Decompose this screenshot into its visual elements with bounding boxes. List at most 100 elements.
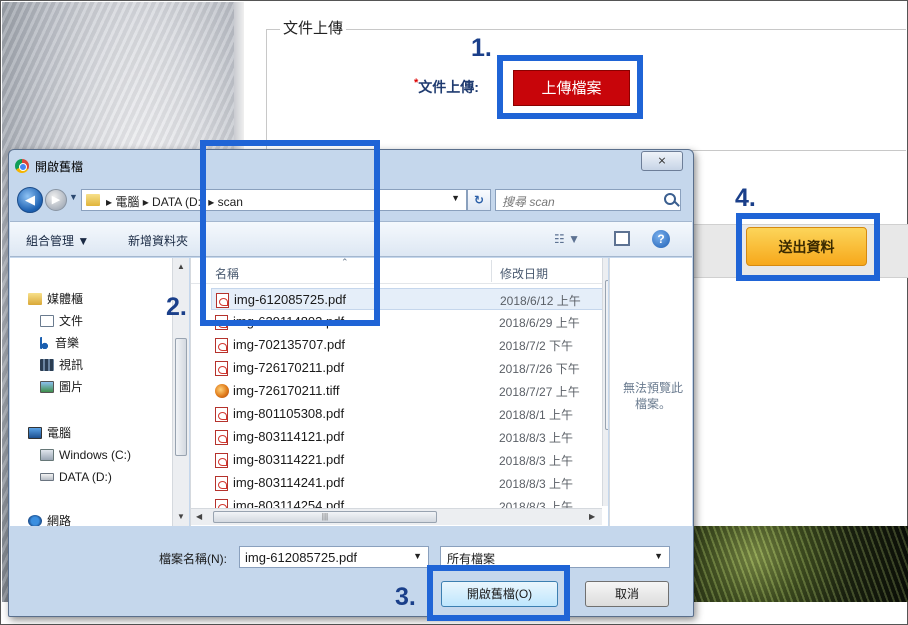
file-name: img-803114241.pdf xyxy=(233,475,345,490)
network-icon xyxy=(28,515,42,526)
chevron-down-icon[interactable]: ▼ xyxy=(413,551,422,561)
refresh-icon[interactable]: ↻ xyxy=(467,189,491,211)
dialog-title: 開啟舊檔 xyxy=(35,160,84,174)
file-modified-date: 2018/8/1 上午 xyxy=(499,408,574,422)
nav-item-label: 網路 xyxy=(47,514,72,526)
highlight-box-step-1 xyxy=(497,55,643,119)
file-modified-date: 2018/8/3 上午 xyxy=(499,477,574,491)
nav-item-label: 視訊 xyxy=(59,358,84,372)
file-modified-date: 2018/7/2 下午 xyxy=(499,339,574,353)
file-name: img-801105308.pdf xyxy=(233,406,345,421)
file-name: img-702135707.pdf xyxy=(233,337,346,352)
video-icon xyxy=(40,359,54,371)
file-row[interactable]: img-702135707.pdf 2018/7/2 下午 xyxy=(211,334,603,356)
drive-d-icon xyxy=(40,473,54,481)
file-name: img-726170211.pdf xyxy=(233,360,345,375)
scroll-up-arrow-icon[interactable]: ▲ xyxy=(177,262,185,271)
file-row[interactable]: img-803114221.pdf 2018/8/3 上午 xyxy=(211,449,603,471)
documents-icon xyxy=(40,315,54,327)
back-arrow-icon[interactable]: ◀ xyxy=(17,187,43,213)
search-input[interactable]: 搜尋 scan xyxy=(495,189,681,211)
chevron-down-icon[interactable]: ▼ xyxy=(654,551,663,561)
preview-pane: 無法預覽此檔案。 xyxy=(609,258,692,526)
organize-menu[interactable]: 組合管理 ▼ xyxy=(26,232,89,249)
pdf-file-icon xyxy=(215,476,228,491)
nav-scrollbar-thumb[interactable] xyxy=(175,338,187,456)
nav-item-label: 文件 xyxy=(59,314,84,328)
nav-item-videos[interactable]: 視訊 xyxy=(40,356,83,373)
filename-field[interactable]: img-612085725.pdf ▼ xyxy=(239,546,429,568)
scroll-left-arrow-icon[interactable]: ◀ xyxy=(196,512,202,521)
highlight-box-step-2 xyxy=(200,140,380,326)
vertical-scrollbar-thumb[interactable] xyxy=(605,280,608,430)
nav-item-label: DATA (D:) xyxy=(59,470,112,484)
column-date-header[interactable]: 修改日期 xyxy=(500,265,548,282)
help-icon[interactable]: ? xyxy=(652,230,670,248)
view-options-icon[interactable]: ☷ ▼ xyxy=(554,232,580,246)
file-row[interactable]: img-803114241.pdf 2018/8/3 上午 xyxy=(211,472,603,494)
pdf-file-icon xyxy=(215,338,228,353)
file-name: img-726170211.tiff xyxy=(233,383,340,398)
upload-label-text: 文件上傳: xyxy=(418,79,479,95)
file-modified-date: 2018/8/3 上午 xyxy=(499,454,574,468)
file-modified-date: 2018/6/29 上午 xyxy=(499,316,580,330)
highlight-box-step-3 xyxy=(427,565,570,621)
step-number-3: 3. xyxy=(395,583,416,611)
nav-item-label: 電腦 xyxy=(47,426,72,440)
upload-fieldset-legend: 文件上傳 xyxy=(280,17,347,38)
nav-item-computer[interactable]: 電腦 xyxy=(28,424,71,441)
drive-c-icon xyxy=(40,449,54,461)
step-number-2: 2. xyxy=(166,293,187,321)
nav-item-documents[interactable]: 文件 xyxy=(40,312,83,329)
step-number-4: 4. xyxy=(735,184,756,212)
file-row[interactable]: img-726170211.pdf 2018/7/26 下午 xyxy=(211,357,603,379)
nav-item-label: 音樂 xyxy=(55,336,80,350)
nav-item-network[interactable]: 網路 xyxy=(28,512,71,526)
computer-icon xyxy=(28,427,42,439)
scroll-down-arrow-icon[interactable]: ▼ xyxy=(177,512,185,521)
folder-icon xyxy=(86,194,100,206)
file-modified-date: 2018/7/27 上午 xyxy=(499,385,580,399)
pictures-icon xyxy=(40,381,54,393)
nav-item-music[interactable]: 音樂 xyxy=(40,334,79,351)
pdf-file-icon xyxy=(215,407,228,422)
navigation-pane: 媒體櫃 文件 音樂 視訊 圖片 電腦 Windows (C:) DATA (D:… xyxy=(10,258,189,526)
preview-message: 無法預覽此檔案。 xyxy=(622,381,683,411)
cancel-button[interactable]: 取消 xyxy=(585,581,669,607)
preview-pane-icon[interactable] xyxy=(614,231,630,246)
chrome-icon xyxy=(15,159,29,173)
forward-arrow-icon[interactable]: ▶ xyxy=(45,189,67,211)
pdf-file-icon xyxy=(215,361,228,376)
file-list-horizontal-scrollbar[interactable]: ◀ ||| ▶ xyxy=(191,508,602,525)
nav-item-drive-d[interactable]: DATA (D:) xyxy=(40,470,112,484)
file-row[interactable]: img-726170211.tiff 2018/7/27 上午 xyxy=(211,380,603,402)
new-folder-button[interactable]: 新增資料夾 xyxy=(128,232,188,249)
file-row[interactable]: img-801105308.pdf 2018/8/1 上午 xyxy=(211,403,603,425)
scroll-up-arrow-icon[interactable]: ▲ xyxy=(607,262,608,271)
filename-value[interactable]: img-612085725.pdf xyxy=(245,550,357,565)
scroll-down-arrow-icon[interactable]: ▼ xyxy=(607,494,608,503)
nav-item-pictures[interactable]: 圖片 xyxy=(40,378,83,395)
file-name: img-803114221.pdf xyxy=(233,452,345,467)
upload-label: *文件上傳: xyxy=(414,77,479,97)
horizontal-scrollbar-thumb[interactable]: ||| xyxy=(213,511,437,523)
file-row[interactable]: img-803114121.pdf 2018/8/3 上午 xyxy=(211,426,603,448)
column-separator[interactable] xyxy=(491,260,492,282)
chevron-down-icon[interactable]: ▼ xyxy=(451,193,460,203)
file-list-vertical-scrollbar[interactable]: ▲ ▼ xyxy=(602,258,608,506)
file-modified-date: 2018/8/3 上午 xyxy=(499,431,574,445)
nav-item-label: 圖片 xyxy=(59,380,84,394)
search-placeholder: 搜尋 scan xyxy=(502,195,555,209)
nav-item-libraries[interactable]: 媒體櫃 xyxy=(28,290,83,307)
highlight-box-step-4 xyxy=(736,213,880,281)
nav-item-label: 媒體櫃 xyxy=(47,292,84,306)
file-modified-date: 2018/7/26 下午 xyxy=(499,362,580,376)
scroll-right-arrow-icon[interactable]: ▶ xyxy=(589,512,595,521)
filename-label: 檔案名稱(N): xyxy=(159,552,227,566)
background-photo-bottom xyxy=(689,526,908,602)
nav-item-drive-c[interactable]: Windows (C:) xyxy=(40,448,131,462)
image-file-icon xyxy=(215,384,229,398)
close-button[interactable]: ⨯ xyxy=(641,151,683,171)
search-icon[interactable] xyxy=(664,193,676,205)
recent-locations-dropdown-icon[interactable]: ▼ xyxy=(69,192,78,202)
